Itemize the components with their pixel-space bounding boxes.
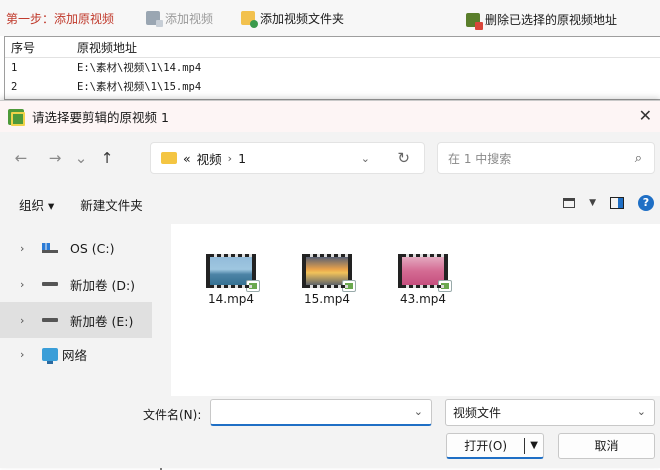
search-placeholder: 在 1 中搜索 bbox=[448, 151, 512, 166]
add-video-label: 添加视频 bbox=[165, 11, 214, 26]
view-options-icon[interactable] bbox=[563, 198, 576, 208]
tree-item-label: 网络 bbox=[62, 347, 88, 363]
open-button[interactable]: 打开(O) ▼ bbox=[446, 433, 544, 459]
tree-item-label: OS (C:) bbox=[70, 240, 115, 256]
column-header-index[interactable]: 序号 bbox=[5, 39, 73, 56]
file-type-select[interactable]: 视频文件 ⌄ bbox=[445, 399, 655, 426]
refresh-icon[interactable]: ↻ bbox=[397, 149, 410, 167]
app-toolbar: 第一步：添加原视频 添加视频 添加视频文件夹 删除已选择的原视频地址 bbox=[0, 0, 660, 36]
address-dropdown-icon[interactable]: ⌄ bbox=[361, 152, 370, 165]
command-bar: 组织 ▾ 新建文件夹 ▼ ? bbox=[0, 184, 660, 224]
row-index: 1 bbox=[11, 61, 18, 74]
recent-locations-chevron-icon[interactable]: ⌄ bbox=[68, 149, 94, 167]
folder-icon bbox=[161, 152, 177, 164]
file-name: 15.mp4 bbox=[303, 292, 351, 306]
app-icon bbox=[8, 108, 25, 126]
expand-chevron-icon[interactable]: › bbox=[20, 348, 30, 361]
file-name: 43.mp4 bbox=[399, 292, 447, 306]
navigation-tree: › OS (C:) › 新加卷 (D:) › 新加卷 (E:) › 网络 bbox=[0, 224, 170, 470]
delete-selected-label: 删除已选择的原视频地址 bbox=[485, 13, 618, 27]
close-icon[interactable]: ✕ bbox=[639, 106, 652, 125]
open-dropdown-icon[interactable]: ▼ bbox=[525, 440, 543, 451]
list-row[interactable]: 1 E:\素材\视频\1\14.mp4 bbox=[5, 58, 660, 77]
tree-item-drive-e[interactable]: › 新加卷 (E:) bbox=[0, 302, 152, 338]
preview-pane-icon[interactable] bbox=[610, 197, 624, 209]
tree-item-label: 新加卷 (D:) bbox=[70, 277, 136, 293]
file-item-14[interactable]: 14.mp4 bbox=[196, 254, 266, 306]
video-list[interactable]: 序号 原视频地址 1 E:\素材\视频\1\14.mp4 2 E:\素材\视频\… bbox=[4, 36, 660, 100]
network-icon bbox=[42, 347, 58, 364]
delete-icon bbox=[466, 12, 483, 30]
search-input[interactable]: 在 1 中搜索 ⌕ bbox=[437, 142, 655, 174]
player-badge-icon bbox=[438, 280, 452, 292]
drive-icon bbox=[42, 318, 58, 322]
expand-chevron-icon[interactable]: › bbox=[20, 278, 30, 291]
video-file-icon bbox=[206, 254, 260, 292]
add-video-button[interactable]: 添加视频 bbox=[146, 10, 213, 27]
expand-chevron-icon[interactable]: › bbox=[20, 314, 30, 327]
open-button-label: 打开(O) bbox=[464, 439, 507, 453]
column-header-path[interactable]: 原视频地址 bbox=[73, 39, 660, 56]
breadcrumb-folder-1[interactable]: 1 bbox=[238, 151, 246, 166]
player-badge-icon bbox=[246, 280, 260, 292]
list-header: 序号 原视频地址 bbox=[5, 37, 660, 58]
player-badge-icon bbox=[342, 280, 356, 292]
file-list[interactable]: 14.mp4 15.mp4 43.mp4 bbox=[171, 224, 660, 396]
cancel-button[interactable]: 取消 bbox=[558, 433, 655, 459]
row-index: 2 bbox=[11, 80, 18, 93]
filename-dropdown-icon[interactable]: ⌄ bbox=[414, 405, 423, 418]
file-item-43[interactable]: 43.mp4 bbox=[388, 254, 458, 306]
up-arrow-icon[interactable]: ↑ bbox=[94, 149, 120, 167]
back-arrow-icon[interactable]: ← bbox=[8, 149, 34, 167]
breadcrumb-overflow[interactable]: « bbox=[183, 151, 191, 166]
dialog-titlebar[interactable]: 请选择要剪辑的原视频 1 ✕ bbox=[0, 101, 660, 132]
dialog-title: 请选择要剪辑的原视频 1 bbox=[32, 110, 169, 125]
video-file-icon bbox=[398, 254, 452, 292]
tree-item-drive-d[interactable]: › 新加卷 (D:) bbox=[0, 266, 152, 302]
breadcrumb-videos[interactable]: 视频 bbox=[197, 149, 222, 168]
organize-menu[interactable]: 组织 ▾ bbox=[19, 195, 54, 214]
add-video-folder-button[interactable]: 添加视频文件夹 bbox=[241, 10, 345, 28]
windows-drive-icon bbox=[42, 243, 58, 253]
view-dropdown-icon[interactable]: ▼ bbox=[589, 198, 596, 208]
tree-item-label: 新加卷 (E:) bbox=[70, 313, 134, 329]
file-type-dropdown-icon[interactable]: ⌄ bbox=[637, 405, 646, 418]
breadcrumb-separator: › bbox=[227, 151, 233, 165]
filename-input[interactable]: ⌄ bbox=[210, 399, 432, 426]
file-type-value: 视频文件 bbox=[453, 406, 502, 420]
expand-chevron-icon[interactable]: › bbox=[20, 242, 30, 255]
row-path: E:\素材\视频\1\14.mp4 bbox=[77, 62, 202, 74]
video-file-icon bbox=[302, 254, 356, 292]
delete-selected-button[interactable]: 删除已选择的原视频地址 bbox=[466, 11, 618, 30]
drive-icon bbox=[42, 282, 58, 286]
dialog-footer: 文件名(N): ⌄ 视频文件 ⌄ 打开(O) ▼ 取消 bbox=[0, 396, 660, 468]
add-video-folder-label: 添加视频文件夹 bbox=[260, 11, 345, 26]
tree-item-os-c[interactable]: › OS (C:) bbox=[0, 230, 152, 266]
film-add-icon bbox=[146, 11, 164, 27]
file-item-15[interactable]: 15.mp4 bbox=[292, 254, 362, 306]
forward-arrow-icon[interactable]: → bbox=[42, 149, 68, 167]
file-name: 14.mp4 bbox=[207, 292, 255, 306]
row-path: E:\素材\视频\1\15.mp4 bbox=[77, 81, 202, 93]
folder-add-icon bbox=[241, 11, 259, 28]
help-icon[interactable]: ? bbox=[638, 195, 654, 211]
search-icon[interactable]: ⌕ bbox=[635, 151, 642, 166]
filename-label: 文件名(N): bbox=[143, 408, 202, 422]
address-bar[interactable]: « 视频 › 1 ⌄ ↻ bbox=[150, 142, 425, 174]
open-file-dialog: 请选择要剪辑的原视频 1 ✕ ← → ⌄ ↑ « 视频 › 1 ⌄ ↻ 在 1 … bbox=[0, 100, 660, 470]
step-label: 第一步：添加原视频 bbox=[6, 11, 115, 26]
tree-item-network[interactable]: › 网络 bbox=[0, 336, 152, 372]
new-folder-button[interactable]: 新建文件夹 bbox=[80, 195, 143, 214]
list-row[interactable]: 2 E:\素材\视频\1\15.mp4 bbox=[5, 77, 660, 96]
navigation-bar: ← → ⌄ ↑ « 视频 › 1 ⌄ ↻ 在 1 中搜索 ⌕ bbox=[0, 132, 660, 184]
